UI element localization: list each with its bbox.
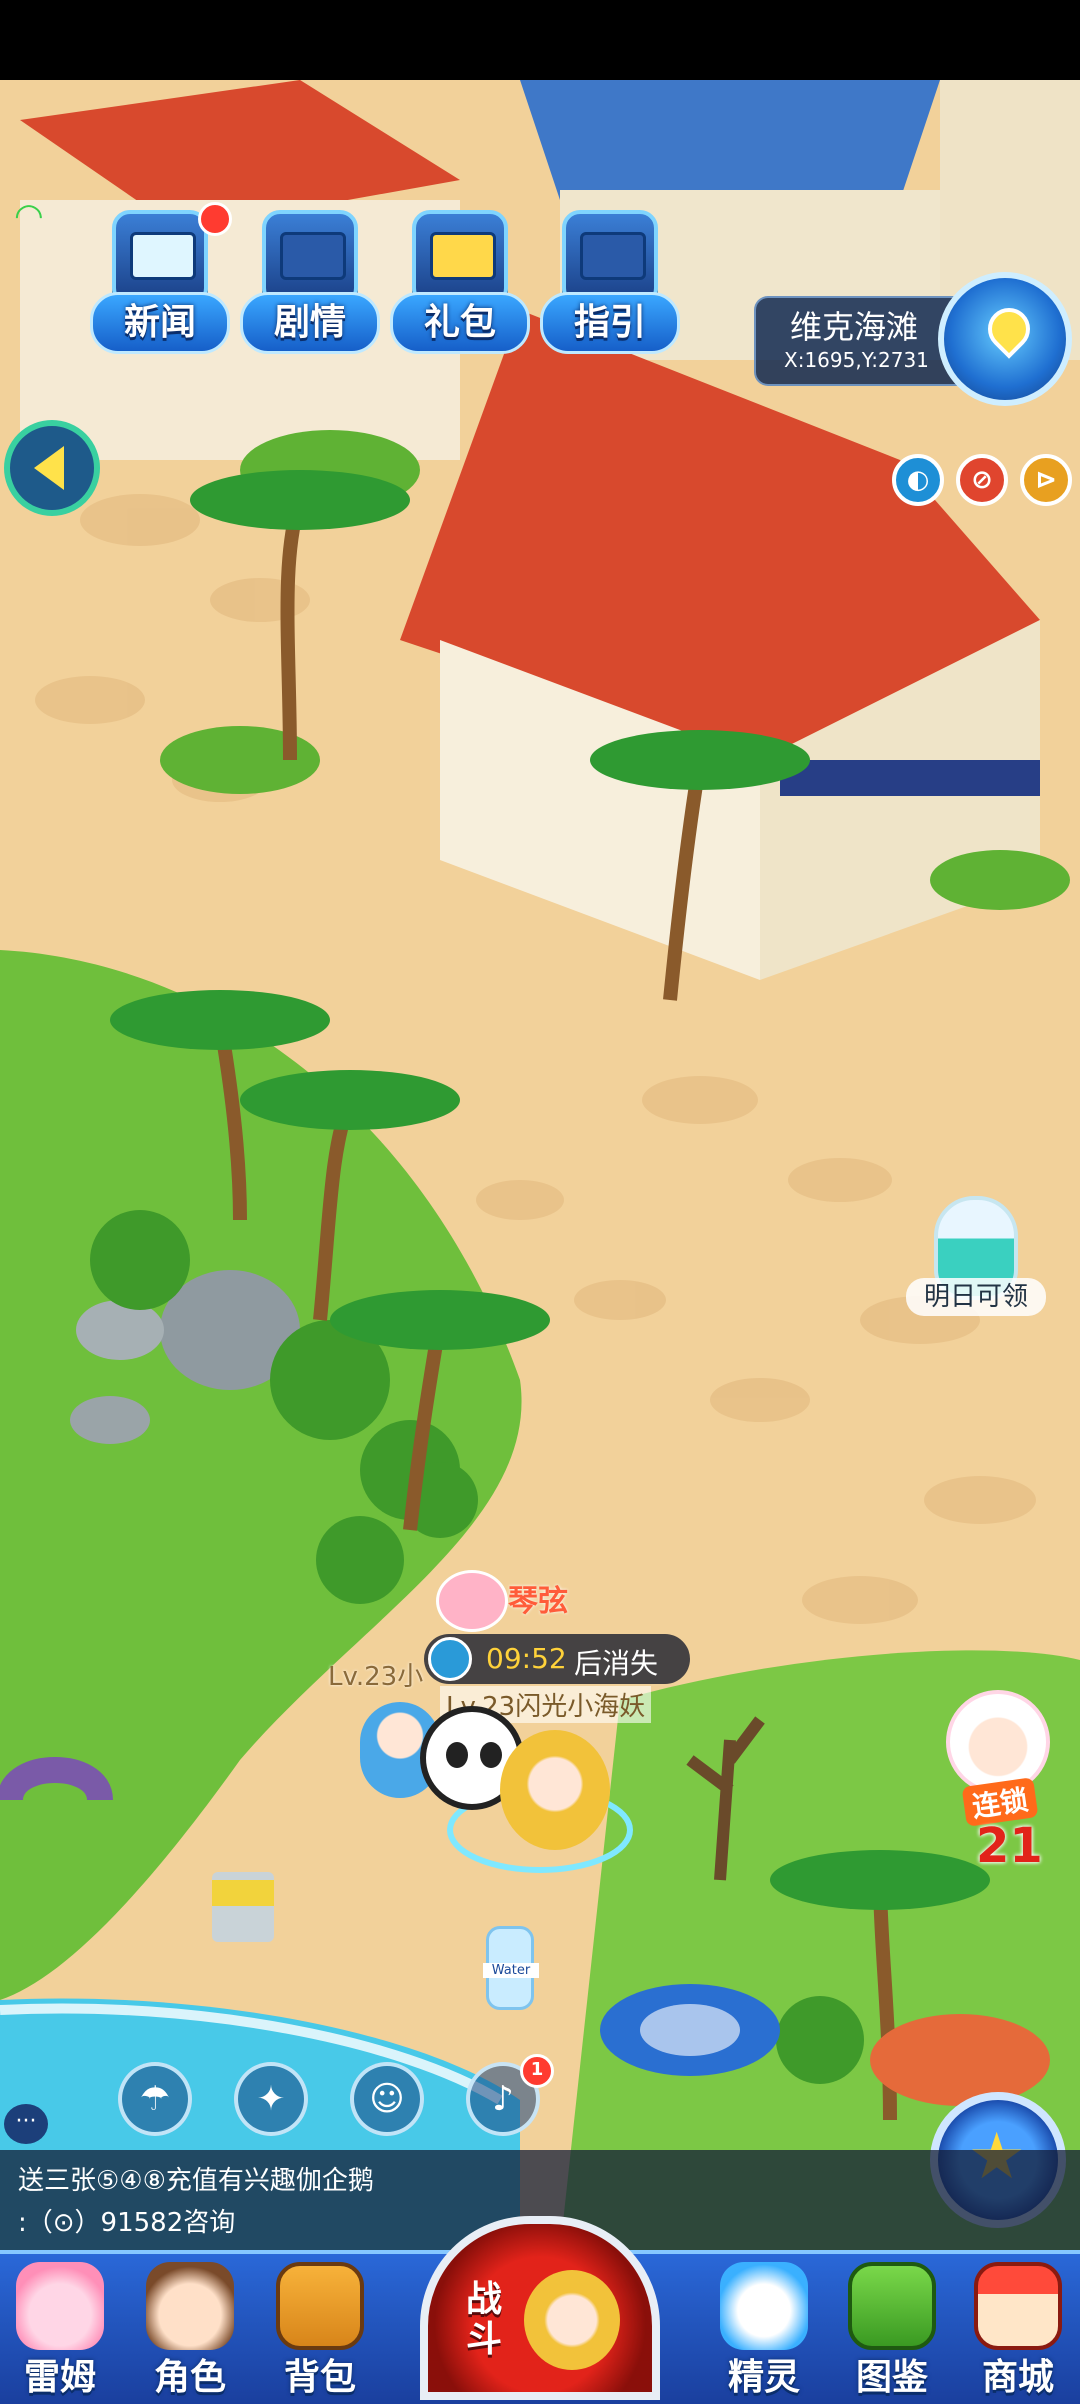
timer-time: 09:52 <box>486 1642 567 1675</box>
wifi-icon: ◠ <box>14 196 44 236</box>
location-panel[interactable]: 维克海滩 X:1695,Y:2731 <box>754 296 958 386</box>
stopwatch-icon <box>428 1637 472 1681</box>
skip-button[interactable]: ⊳ <box>1020 454 1072 506</box>
news-label: 新闻 <box>90 292 230 354</box>
panda-eye-left <box>446 1742 468 1768</box>
water-bottle-item[interactable]: Water <box>483 1926 539 2010</box>
pet-icon: ☺ <box>369 2079 405 2119</box>
nav-collection[interactable]: 图鉴 <box>832 2262 952 2400</box>
chevron-left-icon <box>34 446 64 490</box>
gift-button[interactable]: 礼包 <box>390 210 530 360</box>
timer-pill: 09:52 后消失 <box>424 1634 690 1684</box>
speaker-icon: ◐ <box>906 465 930 495</box>
location-name: 维克海滩 <box>790 308 919 346</box>
npc-avatar[interactable] <box>436 1570 508 1632</box>
compass-icon: ✦ <box>256 2079 286 2119</box>
boy-avatar-icon <box>146 2262 234 2350</box>
quick-action-2[interactable]: ✦ <box>234 2062 308 2136</box>
bell-icon: ♪ <box>492 2079 514 2119</box>
umbrella-icon: ☂ <box>139 2079 171 2119</box>
collapse-left-button[interactable] <box>4 420 100 516</box>
nav-character-label: 角色 <box>153 2357 226 2398</box>
chat-line-2: :（⊙）91582咨询 <box>18 2208 236 2238</box>
npc-name: 琴弦 <box>508 1584 568 1619</box>
shop-icon <box>974 2262 1062 2350</box>
sound-toggle-button[interactable]: ◐ <box>892 454 944 506</box>
blonde-player-character[interactable] <box>500 1730 610 1850</box>
quick-action-bell[interactable]: ♪ 1 <box>466 2054 554 2136</box>
story-label: 剧情 <box>240 292 380 354</box>
panda-eye-right <box>480 1742 502 1768</box>
timer-suffix: 后消失 <box>574 1647 659 1680</box>
no-entry-icon: ⊘ <box>971 465 993 495</box>
backpack-icon <box>276 2262 364 2350</box>
pink-monster-avatar-icon <box>16 2262 104 2350</box>
news-button[interactable]: 新闻 <box>90 202 232 360</box>
map-button[interactable] <box>938 272 1072 406</box>
story-button[interactable]: 剧情 <box>240 210 380 360</box>
nav-spirit[interactable]: 精灵 <box>704 2262 824 2400</box>
map-pin-icon <box>979 299 1039 359</box>
nav-remu-label: 雷姆 <box>23 2357 96 2398</box>
player-label-left: Lv.23小 <box>328 1662 424 1692</box>
nav-backpack[interactable]: 背包 <box>260 2262 380 2400</box>
combo-count: 21 <box>976 1818 1043 1874</box>
combo-avatar[interactable] <box>946 1690 1050 1794</box>
bell-badge: 1 <box>520 2054 554 2088</box>
quick-action-1[interactable]: ☂ <box>118 2062 192 2136</box>
panda-spirit-icon <box>720 2262 808 2350</box>
nav-shop[interactable]: 商城 <box>958 2262 1078 2400</box>
mute-button[interactable]: ⊘ <box>956 454 1008 506</box>
tomorrow-reward-label: 明日可领 <box>906 1278 1046 1316</box>
nav-spirit-label: 精灵 <box>727 2357 800 2398</box>
nav-backpack-label: 背包 <box>283 2357 356 2398</box>
battle-character-icon <box>524 2270 620 2370</box>
water-bottle-label: Water <box>483 1963 539 1978</box>
nav-remu[interactable]: 雷姆 <box>0 2262 120 2400</box>
nav-shop-label: 商城 <box>981 2357 1054 2398</box>
guide-label: 指引 <box>540 292 680 354</box>
news-badge <box>198 202 232 236</box>
nav-character[interactable]: 角色 <box>130 2262 250 2400</box>
location-coords: X:1695,Y:2731 <box>784 348 929 372</box>
chat-line-1: 送三张⑤④⑧充值有兴趣伽企鹅 <box>18 2166 374 2196</box>
battle-label: 战斗 <box>466 2279 503 2360</box>
gift-label: 礼包 <box>390 292 530 354</box>
skip-icon: ⊳ <box>1035 465 1057 495</box>
chat-bubble-icon: ··· <box>4 2104 48 2144</box>
nav-collection-label: 图鉴 <box>855 2357 928 2398</box>
guide-button[interactable]: 指引 <box>540 210 680 360</box>
book-icon <box>848 2262 936 2350</box>
quick-action-3[interactable]: ☺ <box>350 2062 424 2136</box>
